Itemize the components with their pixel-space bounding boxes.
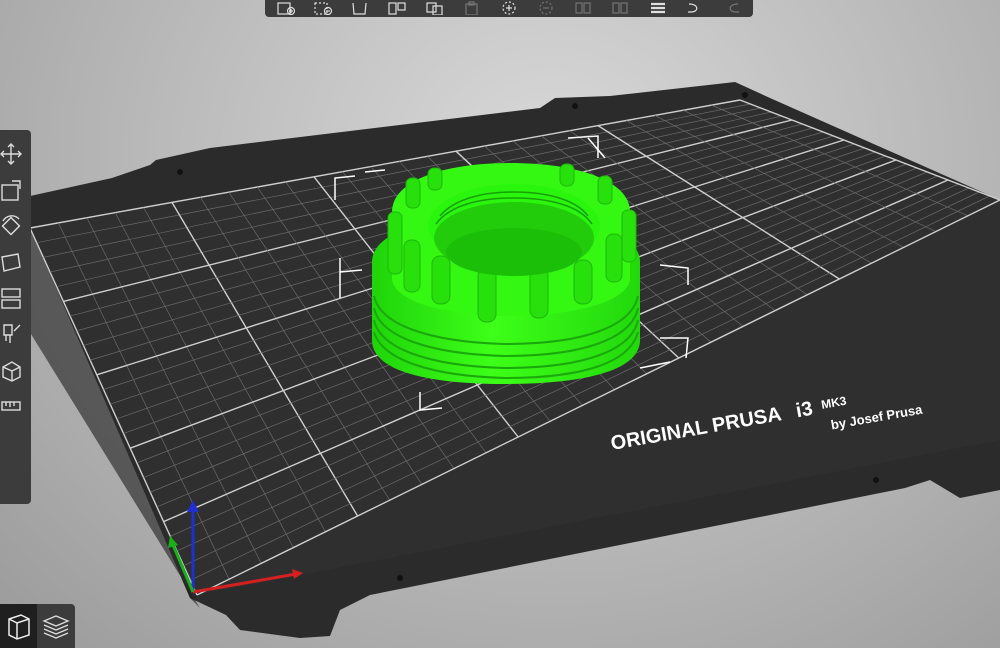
layers-icon [41,615,70,639]
arrange-button[interactable] [386,1,408,16]
copy-icon [426,2,443,15]
add-instance-icon [502,1,516,15]
scale-icon [1,180,21,201]
preview-button[interactable] [37,604,74,648]
paint-supports-tool-button[interactable] [0,316,22,352]
undo-icon [687,3,698,13]
place-on-face-tool-button[interactable] [0,244,22,280]
delete-all-icon [352,2,367,15]
add-instance-button[interactable] [498,1,520,16]
split-parts-icon [612,2,629,14]
paste-button[interactable] [461,1,483,16]
cut-icon [1,288,21,309]
layers-editing-button[interactable] [647,1,669,16]
redo-icon [729,3,739,13]
add-object-button[interactable] [275,1,297,16]
copy-button[interactable] [424,1,446,16]
move-tool-button[interactable] [0,136,22,172]
3d-viewport[interactable]: ORIGINAL PRUSA i3 MK3 by Josef Prusa [0,0,1000,648]
split-objects-button[interactable] [572,1,594,16]
top-toolbar [265,0,753,17]
view-toggle [0,604,75,648]
place-on-face-icon [1,253,21,272]
paint-supports-icon [3,324,21,343]
remove-instance-icon [539,1,553,15]
cube-icon [7,614,30,640]
measure-icon [1,401,21,411]
split-objects-icon [575,2,591,14]
3d-view-button[interactable] [0,604,37,648]
layers-editing-icon [650,2,665,14]
cut-tool-button[interactable] [0,280,22,316]
delete-object-icon [314,2,333,15]
remove-instance-button[interactable] [535,1,557,16]
rotate-icon [1,215,21,236]
scale-tool-button[interactable] [0,172,22,208]
model-threaded-ring[interactable] [372,163,640,384]
split-parts-button[interactable] [609,1,631,16]
paste-icon [465,1,478,15]
delete-object-button[interactable] [312,1,334,16]
delete-all-button[interactable] [349,1,371,16]
arrange-icon [388,2,407,15]
seam-paint-icon [2,361,21,382]
left-toolbar [0,130,31,504]
move-icon [0,143,22,165]
measure-tool-button[interactable] [0,388,22,424]
seam-paint-tool-button[interactable] [0,352,22,388]
redo-button[interactable] [721,1,743,16]
add-object-icon [277,2,296,15]
undo-button[interactable] [684,1,706,16]
rotate-tool-button[interactable] [0,208,22,244]
